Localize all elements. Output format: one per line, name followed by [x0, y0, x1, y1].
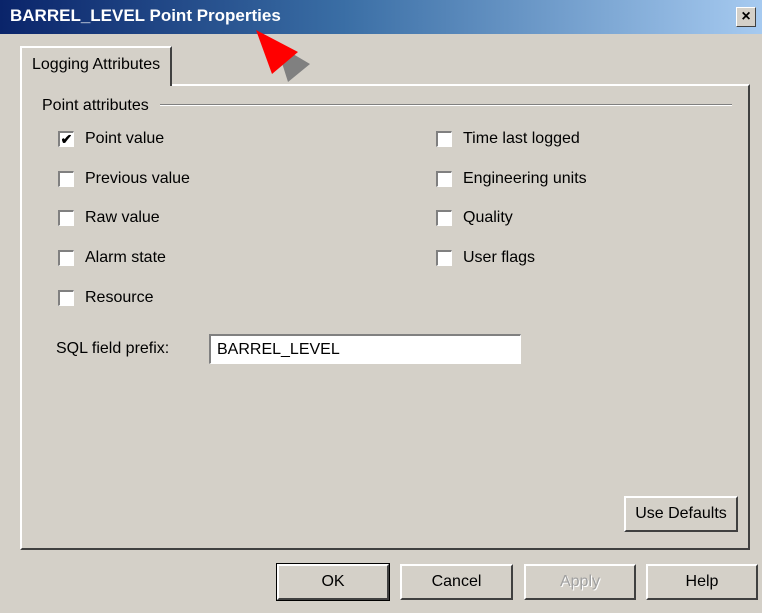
checkbox-label: Time last logged: [463, 130, 580, 147]
checkbox-box[interactable]: [436, 210, 452, 226]
checkbox-box[interactable]: ✔: [58, 131, 74, 147]
checkbox-user-flags[interactable]: User flags: [436, 249, 535, 267]
checkbox-box[interactable]: [58, 210, 74, 226]
sql-prefix-label: SQL field prefix:: [56, 340, 170, 357]
window-title: BARREL_LEVEL Point Properties: [10, 6, 281, 25]
checkbox-time-last-logged[interactable]: Time last logged: [436, 130, 580, 148]
checkbox-box[interactable]: [58, 250, 74, 266]
check-icon: ✔: [60, 131, 73, 147]
checkbox-box[interactable]: [58, 290, 74, 306]
group-label: Point attributes: [42, 97, 149, 114]
tab-label: Logging Attributes: [32, 56, 161, 73]
close-icon: ×: [741, 8, 751, 25]
checkbox-quality[interactable]: Quality: [436, 209, 513, 227]
group-divider: [160, 104, 732, 106]
cancel-button[interactable]: Cancel: [400, 564, 513, 600]
checkbox-engineering-units[interactable]: Engineering units: [436, 170, 587, 188]
checkbox-label: Quality: [463, 209, 513, 226]
checkbox-alarm-state[interactable]: Alarm state: [58, 249, 166, 267]
checkbox-box[interactable]: [436, 171, 452, 187]
help-button[interactable]: Help: [646, 564, 758, 600]
checkbox-label: Point value: [85, 130, 165, 147]
checkbox-previous-value[interactable]: Previous value: [58, 170, 190, 188]
ok-button[interactable]: OK: [276, 563, 390, 601]
tab-panel: [20, 84, 750, 550]
checkbox-label: Raw value: [85, 209, 160, 226]
sql-prefix-input[interactable]: [209, 334, 521, 364]
checkbox-raw-value[interactable]: Raw value: [58, 209, 160, 227]
annotation-arrow-icon: [256, 30, 310, 82]
apply-button: Apply: [524, 564, 636, 600]
checkbox-label: Resource: [85, 289, 154, 306]
title-bar[interactable]: BARREL_LEVEL Point Properties ×: [0, 0, 762, 34]
use-defaults-button[interactable]: Use Defaults: [624, 496, 738, 532]
checkbox-box[interactable]: [436, 250, 452, 266]
checkbox-box[interactable]: [58, 171, 74, 187]
checkbox-label: Engineering units: [463, 170, 587, 187]
checkbox-resource[interactable]: Resource: [58, 289, 153, 307]
checkbox-label: Alarm state: [85, 249, 166, 266]
checkbox-label: Previous value: [85, 170, 190, 187]
close-button[interactable]: ×: [736, 7, 756, 27]
tab-logging-attributes[interactable]: Logging Attributes: [20, 46, 172, 86]
checkbox-point-value[interactable]: ✔ Point value: [58, 130, 164, 148]
checkbox-box[interactable]: [436, 131, 452, 147]
checkbox-label: User flags: [463, 249, 536, 266]
